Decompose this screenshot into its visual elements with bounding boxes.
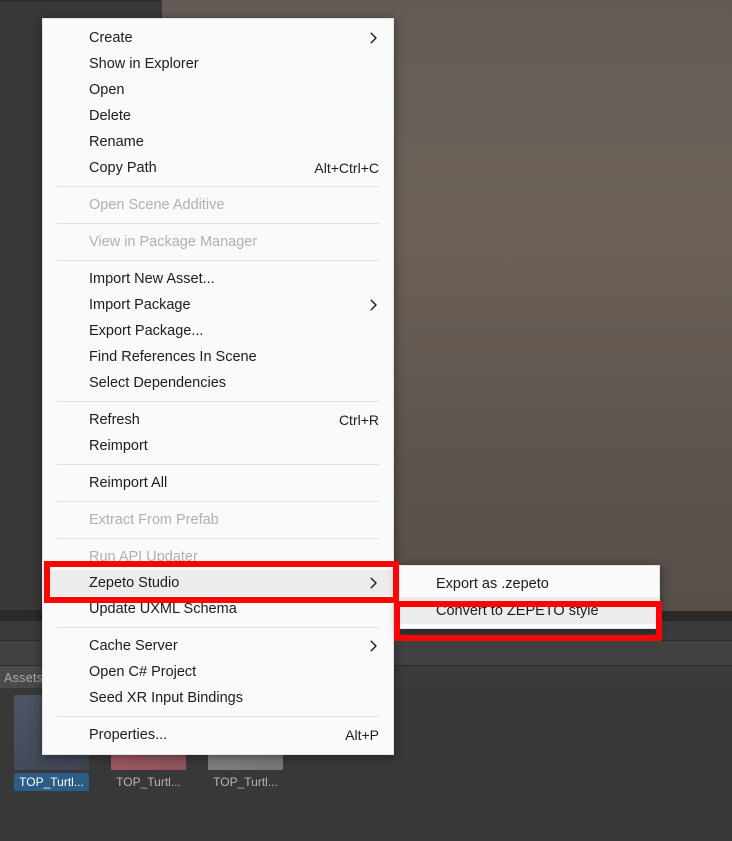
unity-editor-window: Assets ✦ TOP_Turtl... ✦ TOP_Turtl...: [0, 0, 732, 841]
menu-item-open[interactable]: Open: [43, 77, 393, 103]
menu-item-label: Open C# Project: [89, 664, 196, 680]
menu-item-import-package[interactable]: Import Package: [43, 292, 393, 318]
panel-divider: [0, 0, 162, 1]
menu-item-cache-server[interactable]: Cache Server: [43, 633, 393, 659]
menu-item-update-uxml-schema[interactable]: Update UXML Schema: [43, 596, 393, 622]
menu-item-properties[interactable]: Properties... Alt+P: [43, 722, 393, 748]
menu-item-label: Reimport All: [89, 475, 167, 491]
menu-item-label: Rename: [89, 134, 144, 150]
menu-item-label: Run API Updater: [89, 549, 198, 565]
menu-item-label: Copy Path: [89, 160, 157, 176]
menu-item-label: Import Package: [89, 297, 191, 313]
menu-item-import-new-asset[interactable]: Import New Asset...: [43, 266, 393, 292]
menu-item-label: Select Dependencies: [89, 375, 226, 391]
menu-item-label: Open Scene Additive: [89, 197, 224, 213]
menu-item-create[interactable]: Create: [43, 25, 393, 51]
menu-separator: [57, 223, 379, 224]
menu-item-open-scene-additive: Open Scene Additive: [43, 192, 393, 218]
menu-item-view-in-package-manager: View in Package Manager: [43, 229, 393, 255]
project-asset-context-menu[interactable]: Create Show in Explorer Open Delete Rename Co…: [42, 18, 394, 755]
menu-separator: [57, 464, 379, 465]
menu-item-zepeto-studio[interactable]: Zepeto Studio: [43, 570, 393, 596]
menu-item-label: Find References In Scene: [89, 349, 257, 365]
menu-item-open-c-project[interactable]: Open C# Project: [43, 659, 393, 685]
menu-item-label: Open: [89, 82, 124, 98]
chevron-right-icon: [369, 33, 379, 43]
menu-item-label: Properties...: [89, 727, 167, 743]
menu-item-shortcut: Ctrl+R: [339, 412, 379, 428]
menu-item-delete[interactable]: Delete: [43, 103, 393, 129]
menu-separator: [57, 501, 379, 502]
menu-item-find-references-in-scene[interactable]: Find References In Scene: [43, 344, 393, 370]
menu-item-copy-path[interactable]: Copy Path Alt+Ctrl+C: [43, 155, 393, 181]
zepeto-studio-submenu[interactable]: Export as .zepeto Convert to ZEPETO style: [399, 565, 660, 629]
menu-item-label: View in Package Manager: [89, 234, 257, 250]
menu-item-label: Update UXML Schema: [89, 601, 237, 617]
menu-item-shortcut: Alt+P: [345, 727, 379, 743]
menu-item-reimport-all[interactable]: Reimport All: [43, 470, 393, 496]
menu-item-select-dependencies[interactable]: Select Dependencies: [43, 370, 393, 396]
menu-item-label: Show in Explorer: [89, 56, 199, 72]
menu-item-extract-from-prefab: Extract From Prefab: [43, 507, 393, 533]
asset-label[interactable]: TOP_Turtl...: [208, 773, 283, 791]
menu-item-label: Reimport: [89, 438, 148, 454]
menu-item-shortcut: Alt+Ctrl+C: [314, 160, 379, 176]
menu-item-label: Extract From Prefab: [89, 512, 219, 528]
chevron-right-icon: [369, 578, 379, 588]
menu-separator: [57, 538, 379, 539]
menu-item-label: Delete: [89, 108, 131, 124]
chevron-right-icon: [369, 641, 379, 651]
menu-separator: [57, 401, 379, 402]
asset-label[interactable]: TOP_Turtl...: [14, 773, 89, 791]
asset-label[interactable]: TOP_Turtl...: [111, 773, 186, 791]
menu-item-label: Create: [89, 30, 133, 46]
menu-item-rename[interactable]: Rename: [43, 129, 393, 155]
menu-separator: [57, 260, 379, 261]
menu-separator: [57, 186, 379, 187]
menu-item-seed-xr-input-bindings[interactable]: Seed XR Input Bindings: [43, 685, 393, 711]
menu-item-label: Cache Server: [89, 638, 178, 654]
chevron-right-icon: [369, 300, 379, 310]
menu-item-label: Zepeto Studio: [89, 575, 179, 591]
menu-item-run-api-updater: Run API Updater: [43, 544, 393, 570]
menu-separator: [57, 716, 379, 717]
menu-item-export-as-zepeto[interactable]: Export as .zepeto: [400, 570, 659, 597]
menu-item-reimport[interactable]: Reimport: [43, 433, 393, 459]
menu-item-convert-to-zepeto-style[interactable]: Convert to ZEPETO style: [400, 597, 659, 624]
menu-item-label: Seed XR Input Bindings: [89, 690, 243, 706]
menu-item-label: Refresh: [89, 412, 140, 428]
menu-item-label: Convert to ZEPETO style: [436, 603, 599, 619]
menu-item-label: Import New Asset...: [89, 271, 215, 287]
menu-item-show-in-explorer[interactable]: Show in Explorer: [43, 51, 393, 77]
menu-separator: [57, 627, 379, 628]
menu-item-refresh[interactable]: Refresh Ctrl+R: [43, 407, 393, 433]
menu-item-label: Export as .zepeto: [436, 576, 549, 592]
menu-item-export-package[interactable]: Export Package...: [43, 318, 393, 344]
menu-item-label: Export Package...: [89, 323, 203, 339]
